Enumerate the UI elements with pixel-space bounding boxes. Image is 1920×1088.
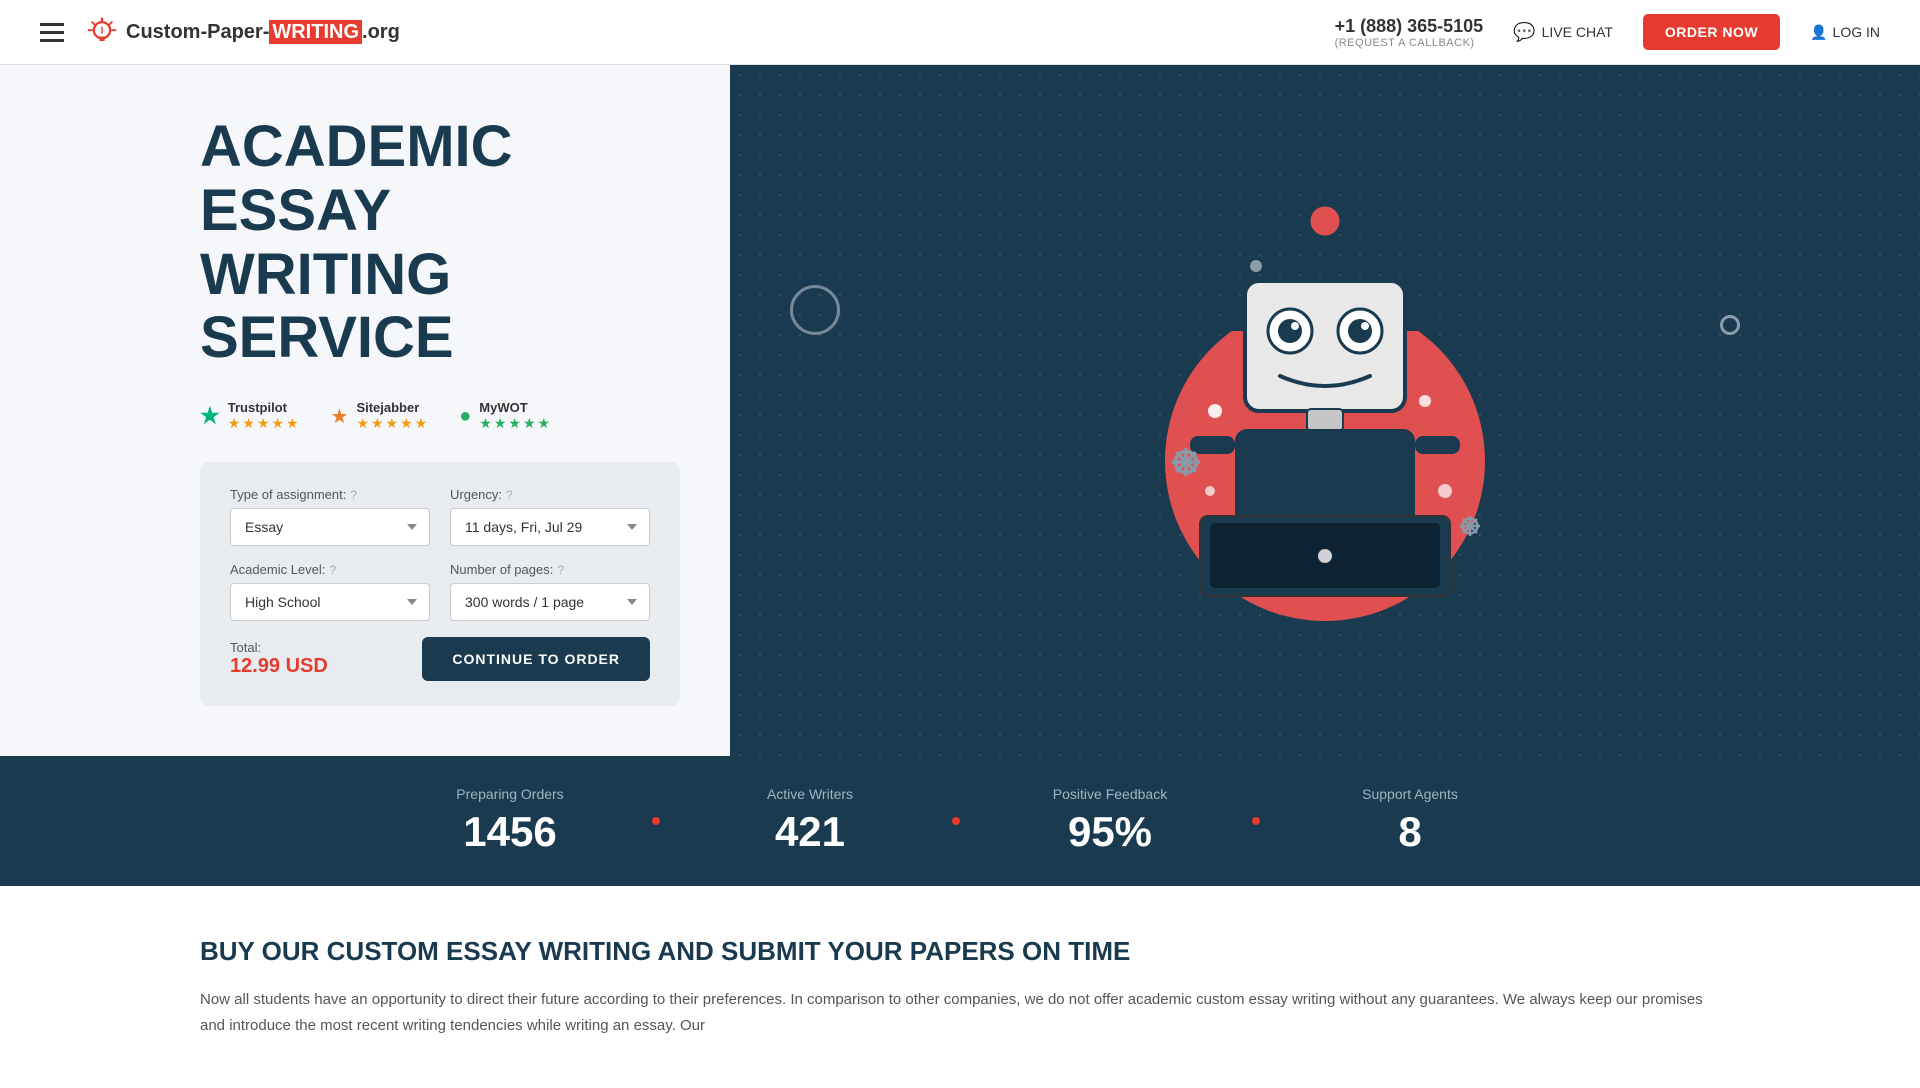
header-nav: +1 (888) 365-5105 (REQUEST A CALLBACK) 💬… — [1335, 14, 1880, 50]
sitejabber-icon: ★ — [331, 404, 349, 429]
stat-preparing-value: 1456 — [380, 808, 640, 856]
assignment-group: Type of assignment: ? Essay Research Pap… — [230, 487, 430, 546]
urgency-group: Urgency: ? 11 days, Fri, Jul 29 3 hours … — [450, 487, 650, 546]
stat-writers: Active Writers 421 — [660, 786, 960, 856]
level-select[interactable]: High School College University Master's … — [230, 583, 430, 621]
sitejabber-stars: ★★★★★ — [356, 415, 429, 432]
continue-button[interactable]: CONTINUE TO ORDER — [422, 637, 650, 681]
logo-bulb-icon — [84, 14, 120, 50]
order-form: Type of assignment: ? Essay Research Pap… — [200, 462, 680, 706]
sitejabber-label: Sitejabber — [356, 400, 429, 415]
stat-writers-value: 421 — [680, 808, 940, 856]
logo[interactable]: Custom-Paper-WRITING.org — [84, 14, 400, 50]
stat-writers-label: Active Writers — [680, 786, 940, 802]
sitejabber-badge: ★ Sitejabber ★★★★★ — [331, 400, 430, 432]
urgency-label: Urgency: ? — [450, 487, 650, 502]
stat-preparing: Preparing Orders 1456 — [360, 786, 660, 856]
level-group: Academic Level: ? High School College Un… — [230, 562, 430, 621]
section-title: BUY OUR CUSTOM ESSAY WRITING AND SUBMIT … — [200, 936, 1720, 967]
site-header: Custom-Paper-WRITING.org +1 (888) 365-51… — [0, 0, 1920, 65]
pages-help-icon[interactable]: ? — [557, 563, 564, 577]
mywot-stars: ★★★★★ — [479, 415, 552, 432]
assignment-select[interactable]: Essay Research Paper Term Paper — [230, 508, 430, 546]
live-chat-button[interactable]: 💬 LIVE CHAT — [1513, 22, 1613, 43]
urgency-select[interactable]: 11 days, Fri, Jul 29 3 hours 6 hours — [450, 508, 650, 546]
logo-text: Custom-Paper-WRITING.org — [126, 21, 400, 44]
level-label: Academic Level: ? — [230, 562, 430, 577]
stats-bar: Preparing Orders 1456 Active Writers 421… — [0, 756, 1920, 886]
pages-group: Number of pages: ? 300 words / 1 page 60… — [450, 562, 650, 621]
login-icon: 👤 — [1810, 24, 1827, 41]
mywot-badge: ● MyWOT ★★★★★ — [459, 400, 552, 432]
form-total-row: Total: 12.99 USD CONTINUE TO ORDER — [230, 637, 650, 681]
urgency-help-icon[interactable]: ? — [506, 488, 513, 502]
phone-number[interactable]: +1 (888) 365-5105 — [1335, 16, 1484, 37]
total-label: Total: — [230, 640, 328, 655]
pages-select[interactable]: 300 words / 1 page 600 words / 2 pages 9… — [450, 583, 650, 621]
hero-title: ACADEMIC ESSAY WRITING SERVICE — [200, 115, 680, 370]
assignment-help-icon[interactable]: ? — [350, 488, 357, 502]
mywot-label: MyWOT — [479, 400, 552, 415]
stat-feedback-value: 95% — [980, 808, 1240, 856]
hamburger-menu[interactable] — [40, 23, 64, 42]
stat-feedback-label: Positive Feedback — [980, 786, 1240, 802]
content-section: BUY OUR CUSTOM ESSAY WRITING AND SUBMIT … — [0, 886, 1920, 1088]
hero-right — [730, 65, 1920, 756]
stat-support: Support Agents 8 — [1260, 786, 1560, 856]
pages-label: Number of pages: ? — [450, 562, 650, 577]
form-row-2: Academic Level: ? High School College Un… — [230, 562, 650, 621]
mywot-icon: ● — [459, 405, 471, 428]
stat-feedback: Positive Feedback 95% — [960, 786, 1260, 856]
hero-left: ACADEMIC ESSAY WRITING SERVICE ★ Trustpi… — [0, 65, 730, 756]
hero-section: ACADEMIC ESSAY WRITING SERVICE ★ Trustpi… — [0, 65, 1920, 756]
order-now-button[interactable]: ORDER NOW — [1643, 14, 1780, 50]
deco-circle-2 — [1720, 315, 1740, 335]
chat-icon: 💬 — [1513, 22, 1535, 43]
login-button[interactable]: 👤 LOG IN — [1810, 24, 1880, 41]
trustpilot-badge: ★ Trustpilot ★★★★★ — [200, 400, 301, 432]
stat-preparing-label: Preparing Orders — [380, 786, 640, 802]
trustpilot-label: Trustpilot — [228, 400, 301, 415]
form-row-1: Type of assignment: ? Essay Research Pap… — [230, 487, 650, 546]
total-price: 12.99 USD — [230, 655, 328, 678]
level-help-icon[interactable]: ? — [329, 563, 336, 577]
assignment-label: Type of assignment: ? — [230, 487, 430, 502]
robot-illustration — [1115, 181, 1535, 641]
total-block: Total: 12.99 USD — [230, 640, 328, 678]
stat-support-value: 8 — [1280, 808, 1540, 856]
callback-label: (REQUEST A CALLBACK) — [1335, 37, 1475, 49]
hero-badges: ★ Trustpilot ★★★★★ ★ Sitejabber ★★★★★ ● … — [200, 400, 680, 432]
trustpilot-icon: ★ — [200, 403, 220, 429]
trustpilot-stars: ★★★★★ — [228, 415, 301, 432]
section-text: Now all students have an opportunity to … — [200, 987, 1720, 1038]
deco-circle-1 — [790, 285, 840, 335]
phone-block: +1 (888) 365-5105 (REQUEST A CALLBACK) — [1335, 16, 1484, 49]
stat-support-label: Support Agents — [1280, 786, 1540, 802]
